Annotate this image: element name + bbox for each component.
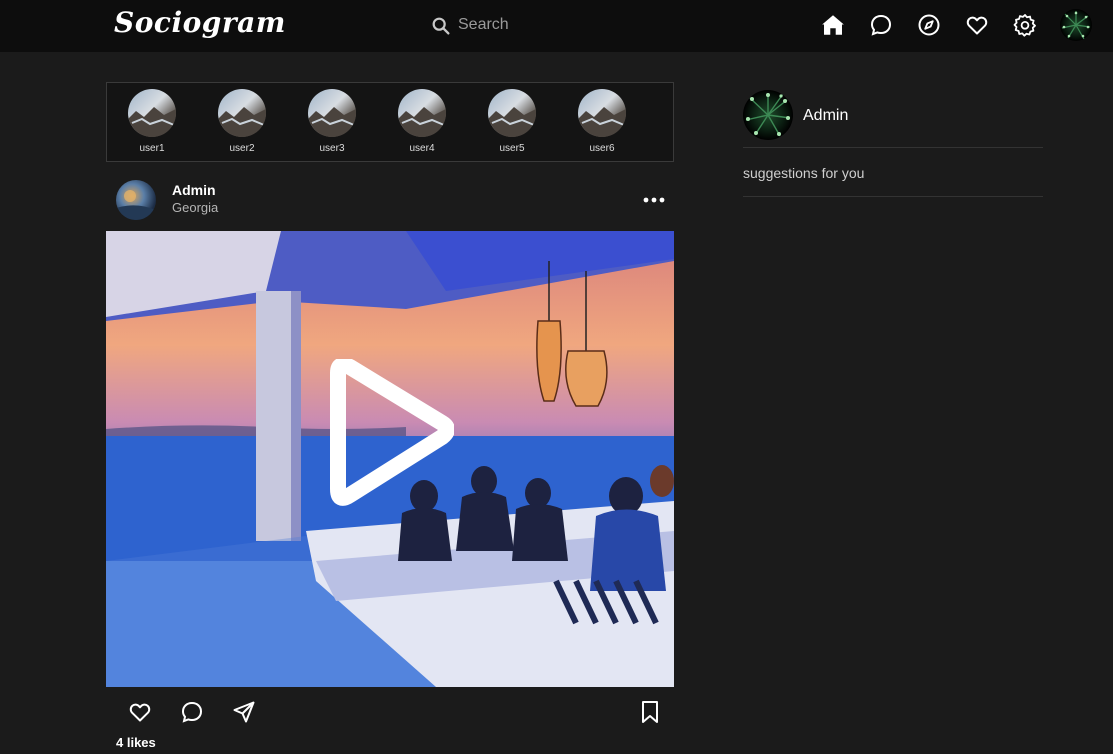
chat-icon[interactable] xyxy=(868,12,894,38)
story-item[interactable]: user4 xyxy=(392,89,452,154)
post-header: Admin Georgia xyxy=(106,178,674,226)
home-icon[interactable] xyxy=(820,12,846,38)
bookmark-icon[interactable] xyxy=(636,698,664,726)
top-navbar: Sociogram xyxy=(0,0,1113,52)
story-item[interactable]: user3 xyxy=(302,89,362,154)
post-avatar[interactable] xyxy=(116,180,156,220)
story-item[interactable]: user5 xyxy=(482,89,542,154)
settings-icon[interactable] xyxy=(1012,12,1038,38)
post-username[interactable]: Admin xyxy=(172,182,216,198)
story-item[interactable]: user1 xyxy=(122,89,182,154)
story-avatar xyxy=(128,89,176,137)
comment-icon[interactable] xyxy=(178,698,206,726)
story-username: user3 xyxy=(319,143,345,154)
profile-avatar[interactable] xyxy=(1060,9,1092,41)
more-options-icon[interactable] xyxy=(642,192,666,208)
sidebar-avatar[interactable] xyxy=(743,90,793,140)
story-username: user4 xyxy=(409,143,435,154)
search-input[interactable] xyxy=(458,10,778,40)
share-icon[interactable] xyxy=(230,698,258,726)
suggestions-section: suggestions for you xyxy=(743,149,1043,197)
likes-count: 4 likes xyxy=(116,735,156,750)
story-item[interactable]: user6 xyxy=(572,89,632,154)
sidebar-profile: Admin xyxy=(743,90,1043,148)
story-avatar xyxy=(578,89,626,137)
story-username: user1 xyxy=(139,143,165,154)
story-avatar xyxy=(398,89,446,137)
story-avatar xyxy=(488,89,536,137)
post-video[interactable] xyxy=(106,231,674,687)
suggestions-heading: suggestions for you xyxy=(743,165,865,181)
story-username: user5 xyxy=(499,143,525,154)
story-item[interactable]: user2 xyxy=(212,89,272,154)
sidebar-username[interactable]: Admin xyxy=(803,107,848,125)
story-avatar xyxy=(218,89,266,137)
like-icon[interactable] xyxy=(126,698,154,726)
story-username: user2 xyxy=(229,143,255,154)
play-icon[interactable] xyxy=(324,357,455,509)
story-username: user6 xyxy=(589,143,615,154)
heart-icon[interactable] xyxy=(964,12,990,38)
story-avatar xyxy=(308,89,356,137)
stories-bar: user1 user2 user3 user4 user5 user6 xyxy=(106,82,674,162)
post-location: Georgia xyxy=(172,200,219,215)
search-bar xyxy=(428,10,788,40)
search-icon[interactable] xyxy=(430,15,452,37)
app-logo[interactable]: Sociogram xyxy=(114,6,286,39)
compass-icon[interactable] xyxy=(916,12,942,38)
post-actions xyxy=(106,692,674,732)
